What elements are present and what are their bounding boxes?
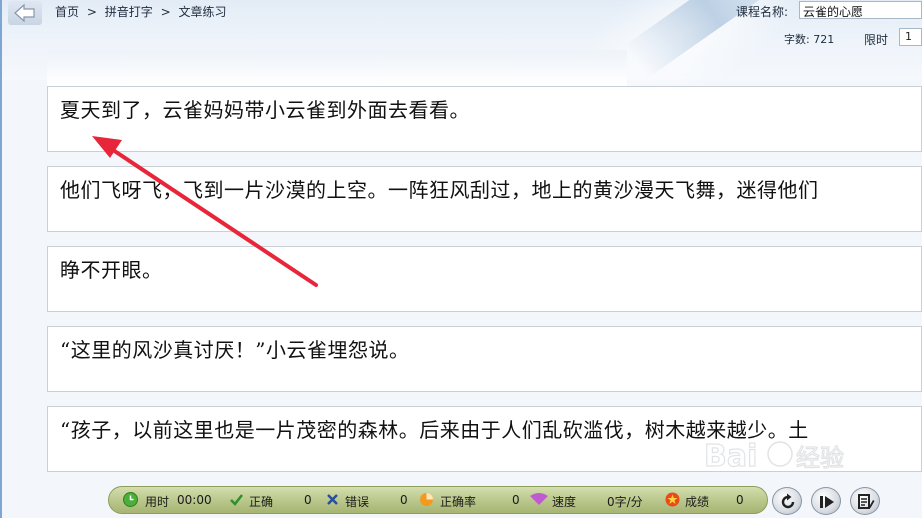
window-left-edge: [0, 0, 2, 518]
report-button[interactable]: [850, 487, 880, 515]
error-label: 错误: [345, 495, 370, 509]
check-icon: [230, 494, 243, 506]
back-arrow-icon: [14, 3, 35, 23]
breadcrumb: 首页 > 拼音打字 > 文章练习: [55, 3, 230, 20]
back-button[interactable]: [8, 1, 42, 25]
accuracy-value: 0: [512, 493, 520, 507]
content-top-fade: [47, 50, 627, 86]
correct-label: 正确: [249, 495, 274, 509]
report-icon: [858, 494, 875, 509]
practice-line[interactable]: “这里的风沙真讨厌！”小云雀埋怨说。: [47, 326, 922, 392]
breadcrumb-pinyin-typing[interactable]: 拼音打字: [105, 5, 153, 19]
pause-play-button[interactable]: [811, 487, 841, 515]
time-value: 00:00: [177, 493, 212, 507]
breadcrumb-separator: >: [86, 5, 97, 19]
practice-line[interactable]: 睁不开眼。: [47, 246, 922, 312]
time-label: 用时: [145, 495, 170, 509]
correct-value: 0: [304, 493, 312, 507]
breadcrumb-home[interactable]: 首页: [55, 5, 79, 19]
baidu-watermark: Bai 经验: [700, 432, 880, 480]
svg-text:经验: 经验: [796, 444, 844, 472]
practice-line-text: “孩子，以前这里也是一片茂密的森林。后来由于人们乱砍滥伐，树木越来越少。土: [60, 418, 809, 442]
word-count: 字数: 721: [784, 33, 835, 46]
star-icon: [665, 492, 680, 507]
speed-label: 速度: [552, 495, 577, 509]
restart-button[interactable]: [772, 487, 802, 515]
error-value: 0: [400, 493, 408, 507]
speed-value: 0字/分: [607, 495, 643, 509]
pie-icon: [420, 493, 433, 506]
accuracy-label: 正确率: [440, 495, 477, 509]
time-limit-field[interactable]: 1: [899, 28, 922, 46]
practice-line[interactable]: 他们飞呀飞，飞到一片沙漠的上空。一阵狂风刮过，地上的黄沙漫天飞舞，迷得他们: [47, 166, 922, 232]
breadcrumb-article-practice: 文章练习: [178, 5, 227, 19]
cross-icon: [327, 494, 338, 505]
time-limit-label: 限时: [864, 33, 889, 47]
score-label: 成绩: [685, 495, 710, 509]
practice-line-text: 他们飞呀飞，飞到一片沙漠的上空。一阵狂风刮过，地上的黄沙漫天飞舞，迷得他们: [60, 178, 819, 202]
course-name-field[interactable]: 云雀的心愿: [799, 1, 922, 19]
score-value: 0: [736, 493, 744, 507]
fan-icon: [530, 493, 548, 505]
course-name-label: 课程名称:: [736, 5, 789, 19]
svg-text:Bai: Bai: [704, 439, 757, 474]
status-bar: 用时 00:00 正确 0 错误 0 正确率 0 速度 0字/分 成绩 0: [108, 486, 768, 514]
clock-icon: [123, 492, 138, 507]
practice-line-text: 夏天到了，云雀妈妈带小云雀到外面去看看。: [60, 98, 470, 122]
restart-icon: [781, 493, 795, 509]
practice-line[interactable]: 夏天到了，云雀妈妈带小云雀到外面去看看。: [47, 86, 922, 152]
breadcrumb-separator: >: [160, 5, 171, 19]
pause-play-icon: [820, 496, 834, 508]
practice-line-text: 睁不开眼。: [60, 258, 163, 282]
practice-line-text: “这里的风沙真讨厌！”小云雀埋怨说。: [60, 338, 410, 362]
